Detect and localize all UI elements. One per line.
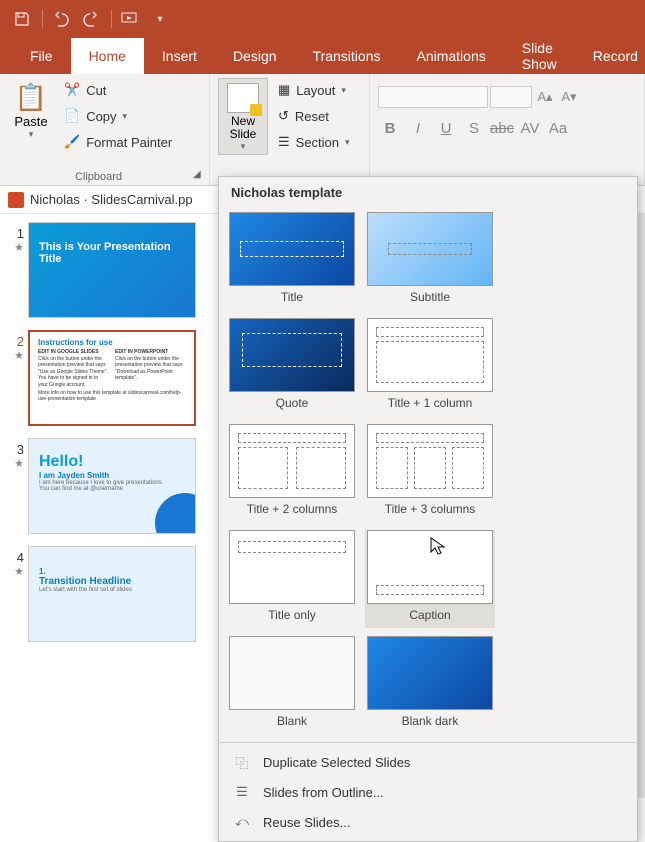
format-painter-icon: 🖌️ xyxy=(64,134,80,150)
tab-animations[interactable]: Animations xyxy=(398,38,503,74)
font-size-input[interactable] xyxy=(490,86,532,108)
document-title: Nicholas · SlidesCarnival.pp xyxy=(30,192,193,207)
clipboard-dialog-launcher-icon[interactable]: ◢ xyxy=(193,169,207,183)
duplicate-slides-menuitem[interactable]: ⿻Duplicate Selected Slides xyxy=(219,747,637,777)
layout-blank[interactable]: Blank xyxy=(227,636,357,734)
paste-button[interactable]: 📋 Paste ▾ xyxy=(8,78,54,154)
present-icon[interactable] xyxy=(116,5,144,33)
char-spacing-button[interactable]: AV xyxy=(518,116,542,140)
strike-button[interactable]: abc xyxy=(490,116,514,140)
powerpoint-doc-icon xyxy=(8,192,24,208)
tab-insert[interactable]: Insert xyxy=(144,38,215,74)
section-icon: ☰ xyxy=(278,134,290,150)
cursor-icon xyxy=(430,537,446,555)
reuse-slides-menuitem[interactable]: ⤺Reuse Slides... xyxy=(219,807,637,837)
layout-title-1col[interactable]: Title + 1 column xyxy=(365,318,495,416)
slide-thumb-3[interactable]: 3★ Hello! I am Jayden Smith I am here be… xyxy=(6,438,213,534)
tab-file[interactable]: File xyxy=(12,38,71,74)
italic-button[interactable]: I xyxy=(406,116,430,140)
slide-star-icon: ★ xyxy=(6,565,24,578)
ribbon: 📋 Paste ▾ ✂️Cut 📄Copy▾ 🖌️Format Painter … xyxy=(0,74,645,186)
gallery-footer: ⿻Duplicate Selected Slides ☰Slides from … xyxy=(219,742,637,841)
layout-blank-dark[interactable]: Blank dark xyxy=(365,636,495,734)
slides-group: New Slide ▾ ▦Layout▾ ↺Reset ☰Section▾ xyxy=(210,74,370,185)
font-group: A▴ A▾ B I U S abc AV Aa xyxy=(370,74,645,185)
slide-star-icon: ★ xyxy=(6,457,24,470)
reset-icon: ↺ xyxy=(278,108,289,124)
underline-button[interactable]: U xyxy=(434,116,458,140)
tab-design[interactable]: Design xyxy=(215,38,295,74)
undo-icon[interactable] xyxy=(47,5,75,33)
reset-button[interactable]: ↺Reset xyxy=(272,104,356,128)
layout-icon: ▦ xyxy=(278,82,290,98)
duplicate-icon: ⿻ xyxy=(233,753,251,771)
redo-icon[interactable] xyxy=(77,5,105,33)
layout-button[interactable]: ▦Layout▾ xyxy=(272,78,356,102)
slide-thumb-4[interactable]: 4★ 1. Transition Headline Let's start wi… xyxy=(6,546,213,642)
tab-home[interactable]: Home xyxy=(71,38,144,74)
layout-title-2col[interactable]: Title + 2 columns xyxy=(227,424,357,522)
slide-thumb-2[interactable]: 2★ Instructions for use EDIT IN GOOGLE S… xyxy=(6,330,213,426)
reuse-icon: ⤺ xyxy=(233,813,251,831)
tab-slideshow[interactable]: Slide Show xyxy=(504,38,575,74)
layout-subtitle[interactable]: Subtitle xyxy=(365,212,495,310)
slides-from-outline-menuitem[interactable]: ☰Slides from Outline... xyxy=(219,777,637,807)
bold-button[interactable]: B xyxy=(378,116,402,140)
slide-thumbnails-panel[interactable]: 1★ This is Your Presentation Title 2★ In… xyxy=(0,214,220,798)
tab-record[interactable]: Record xyxy=(575,38,645,74)
format-painter-button[interactable]: 🖌️Format Painter xyxy=(58,130,178,154)
layout-title-3col[interactable]: Title + 3 columns xyxy=(365,424,495,522)
font-family-input[interactable] xyxy=(378,86,488,108)
slide-star-icon: ★ xyxy=(6,241,24,254)
qat-dropdown-icon[interactable]: ▾ xyxy=(146,5,174,33)
layout-title-only[interactable]: Title only xyxy=(227,530,357,628)
layout-quote[interactable]: Quote xyxy=(227,318,357,416)
copy-icon: 📄 xyxy=(64,108,80,124)
save-icon[interactable] xyxy=(8,5,36,33)
paste-icon: 📋 xyxy=(15,80,47,114)
copy-button[interactable]: 📄Copy▾ xyxy=(58,104,178,128)
layout-title[interactable]: Title xyxy=(227,212,357,310)
gallery-title: Nicholas template xyxy=(219,177,637,208)
clipboard-group: 📋 Paste ▾ ✂️Cut 📄Copy▾ 🖌️Format Painter … xyxy=(0,74,210,185)
quick-access-toolbar: ▾ xyxy=(0,0,645,38)
cut-icon: ✂️ xyxy=(64,82,80,98)
new-slide-layout-gallery: Nicholas template Title Subtitle Quote T… xyxy=(218,176,638,842)
shadow-button[interactable]: S xyxy=(462,116,486,140)
increase-font-icon[interactable]: A▴ xyxy=(534,86,556,108)
clipboard-group-label: Clipboard xyxy=(0,171,197,183)
slide-thumb-1[interactable]: 1★ This is Your Presentation Title xyxy=(6,222,213,318)
ribbon-tabs: File Home Insert Design Transitions Anim… xyxy=(0,38,645,74)
cut-button[interactable]: ✂️Cut xyxy=(58,78,178,102)
slide-star-icon: ★ xyxy=(6,349,24,362)
new-slide-button[interactable]: New Slide ▾ xyxy=(218,78,268,155)
new-slide-icon xyxy=(227,83,259,113)
change-case-button[interactable]: Aa xyxy=(546,116,570,140)
tab-transitions[interactable]: Transitions xyxy=(295,38,399,74)
outline-icon: ☰ xyxy=(233,783,251,801)
decrease-font-icon[interactable]: A▾ xyxy=(558,86,580,108)
section-button[interactable]: ☰Section▾ xyxy=(272,130,356,154)
